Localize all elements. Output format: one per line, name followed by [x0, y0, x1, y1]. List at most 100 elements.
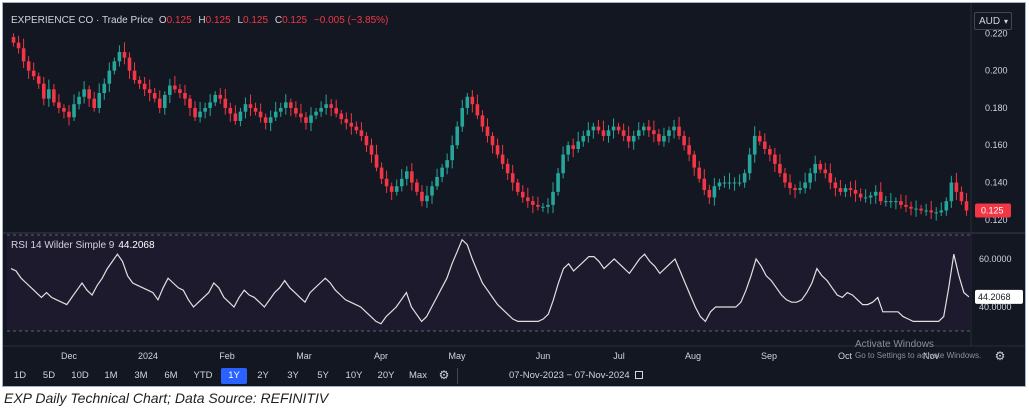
candle-body: [193, 107, 197, 118]
figure-caption: EXP Daily Technical Chart; Data Source: …: [4, 390, 329, 406]
candle-body: [707, 189, 712, 198]
candle-body: [364, 135, 369, 146]
timeframe-5d[interactable]: 5D: [35, 368, 63, 384]
candle-body: [107, 70, 112, 84]
chart-settings-gear-icon[interactable]: ⚙: [437, 368, 451, 382]
high-label: H: [198, 15, 206, 26]
candle-body: [57, 102, 61, 108]
timeframe-3m[interactable]: 3M: [127, 368, 155, 384]
rsi-label: RSI 14 Wilder Simple 9: [11, 240, 115, 251]
candle-body: [929, 210, 933, 213]
candle-body: [919, 208, 923, 211]
candle-body: [263, 117, 268, 123]
instrument-title: EXPERIENCE CO · Trade Price: [11, 15, 154, 26]
candle-body: [581, 135, 586, 142]
candle-body: [586, 130, 591, 136]
candle-body: [697, 167, 702, 179]
candle-body: [258, 111, 263, 118]
timeframe-max[interactable]: Max: [403, 368, 433, 384]
candle-body: [752, 135, 757, 155]
candle-body: [878, 191, 883, 202]
candle-body: [934, 212, 939, 214]
candle-body: [828, 173, 833, 183]
timeframe-1y[interactable]: 1Y: [221, 368, 247, 384]
candle-body: [490, 135, 495, 146]
candle-body: [142, 83, 147, 90]
candle-body: [485, 126, 490, 136]
watermark-line2: Go to Settings to activate Windows.: [855, 351, 982, 360]
candle-body: [314, 111, 318, 116]
candle-body: [475, 104, 480, 116]
candle-body: [667, 130, 671, 136]
candle-body: [157, 98, 162, 108]
price-axis-tick: 0.180: [985, 103, 1008, 113]
candle-body: [62, 107, 66, 112]
candle-body: [455, 126, 460, 146]
date-range-picker[interactable]: 07-Nov-2023 − 07-Nov-2024: [509, 368, 643, 384]
timeframe-1d[interactable]: 1D: [7, 368, 33, 384]
candle-body: [324, 104, 328, 108]
timeframe-10y[interactable]: 10Y: [339, 368, 369, 384]
candle-body: [47, 89, 51, 99]
high-value: 0.125: [205, 15, 231, 26]
candle-body: [571, 145, 575, 149]
timeframe-6m[interactable]: 6M: [157, 368, 185, 384]
candle-body: [712, 186, 717, 198]
toolbar-divider: [457, 368, 458, 384]
candle-body: [576, 141, 581, 149]
candle-body: [339, 113, 344, 120]
candle-body: [757, 135, 762, 142]
candle-body: [369, 145, 374, 155]
currency-selector[interactable]: AUD ▾: [974, 12, 1012, 30]
candle-body: [964, 201, 969, 211]
candle-body: [82, 89, 86, 97]
timeframe-20y[interactable]: 20Y: [371, 368, 401, 384]
time-axis-tick: Apr: [374, 351, 388, 361]
change-value: −0.005 (−3.85%): [313, 15, 389, 26]
candle-body: [92, 98, 96, 108]
candle-body: [853, 189, 858, 194]
candle-body: [273, 111, 278, 118]
candle-body: [616, 126, 621, 131]
candle-body: [662, 135, 666, 142]
candle-body: [778, 163, 782, 174]
candle-body: [672, 126, 676, 131]
candle-body: [203, 107, 207, 112]
timeframe-ytd[interactable]: YTD: [187, 368, 219, 384]
candle-body: [783, 173, 787, 183]
candle-body: [183, 93, 187, 99]
candle-body: [551, 191, 555, 205]
candle-body: [283, 102, 288, 108]
candle-body: [657, 134, 661, 142]
rsi-value: 44.2068: [118, 240, 155, 251]
candle-body: [591, 126, 596, 131]
candle-body: [788, 182, 792, 189]
candle-body: [26, 61, 31, 71]
timeframe-10d[interactable]: 10D: [65, 368, 95, 384]
candle-body: [16, 42, 21, 49]
candle-body: [102, 83, 107, 94]
candle-body: [374, 154, 379, 168]
timeframe-2y[interactable]: 2Y: [249, 368, 277, 384]
timeframe-3y[interactable]: 3Y: [279, 368, 307, 384]
candle-body: [526, 197, 530, 202]
candle-body: [228, 107, 233, 114]
time-axis-tick: 2024: [138, 351, 158, 361]
price-and-rsi-chart[interactable]: 0.1200.1400.1600.1800.2000.22040.000060.…: [3, 3, 1026, 387]
candle-body: [465, 96, 470, 108]
candle-body: [732, 182, 737, 184]
candle-body: [379, 167, 384, 179]
candle-body: [405, 171, 409, 179]
calendar-icon: [634, 371, 643, 379]
candle-body: [515, 182, 520, 192]
candle-body: [520, 191, 525, 198]
candle-body: [566, 145, 570, 155]
candle-body: [868, 195, 873, 198]
candle-body: [848, 188, 853, 190]
chart-window: 0.120 0.140 0.160 0.180 0.200 0.220 40.0000 60.…: [2, 2, 1026, 387]
candle-body: [722, 182, 727, 184]
candle-body: [818, 163, 823, 170]
gear-icon[interactable]: ⚙: [993, 349, 1007, 363]
timeframe-1m[interactable]: 1M: [97, 368, 125, 384]
timeframe-5y[interactable]: 5Y: [309, 368, 337, 384]
